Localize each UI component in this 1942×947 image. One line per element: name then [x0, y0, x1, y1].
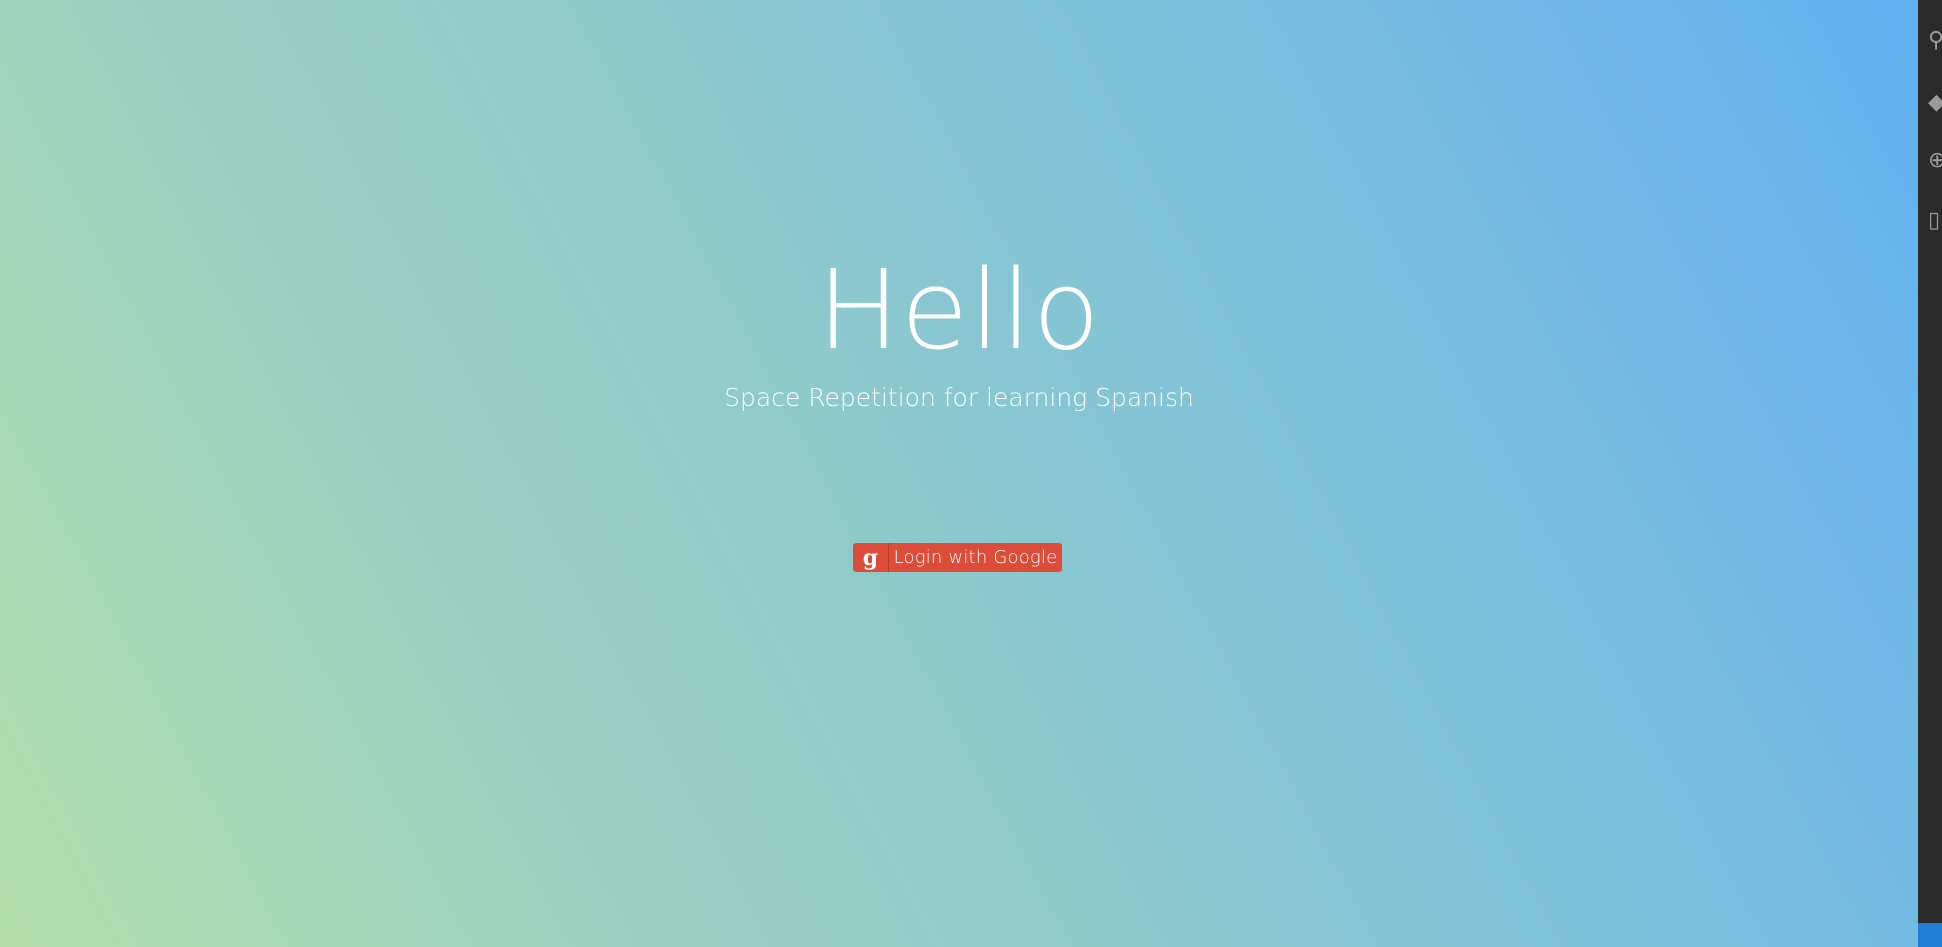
page-subtitle: Space Repetition for learning Spanish	[724, 383, 1194, 412]
document-icon[interactable]: ▯	[1928, 210, 1942, 232]
pin-icon[interactable]: ◆	[1928, 92, 1942, 114]
side-toolbar-active-button[interactable]	[1918, 923, 1942, 947]
search-icon[interactable]: ⚲	[1928, 30, 1942, 52]
page-title: Hello	[817, 246, 1101, 374]
page-background: Hello Space Repetition for learning Span…	[0, 0, 1918, 947]
hero-section: Hello Space Repetition for learning Span…	[0, 245, 1918, 415]
login-button-label: Login with Google	[893, 547, 1058, 568]
google-icon: g	[853, 543, 889, 572]
side-toolbar: ⚲ ◆ ⊕ ▯	[1918, 0, 1942, 947]
globe-icon[interactable]: ⊕	[1928, 150, 1942, 172]
login-with-google-button[interactable]: g Login with Google	[853, 543, 1062, 572]
